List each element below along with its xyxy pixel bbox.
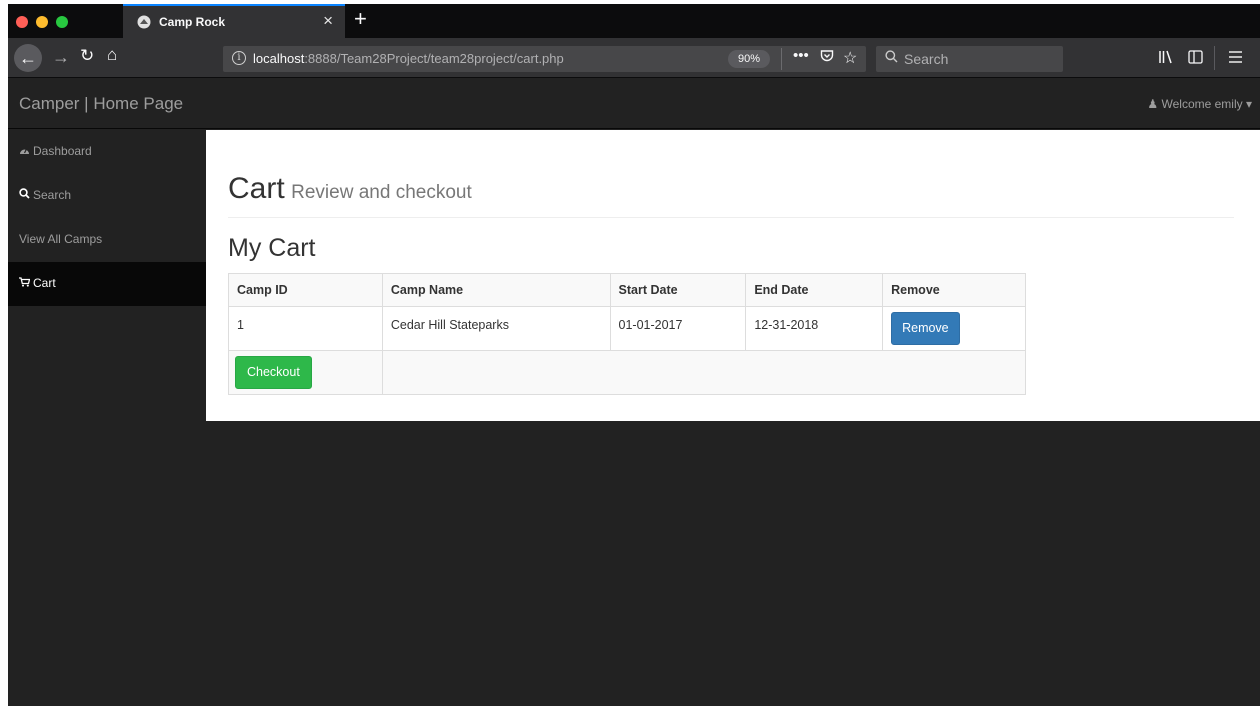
sidebar-item-label: Search	[33, 188, 72, 202]
app-navbar: Camper | Home Page ♟ Welcome emily ▾	[8, 79, 1260, 129]
more-actions-icon[interactable]: •••	[793, 47, 809, 64]
url-path: :8888/Team28Project/team28project/cart.p…	[304, 51, 564, 66]
zoom-badge[interactable]: 90%	[728, 50, 770, 68]
close-window-button[interactable]	[16, 16, 28, 28]
cell-camp-id: 1	[228, 306, 383, 351]
column-header-remove: Remove	[882, 273, 1026, 307]
tab-strip: Camp Rock × +	[8, 4, 1260, 38]
tab-title: Camp Rock	[159, 15, 226, 29]
page-header: Cart Review and checkout	[228, 172, 1234, 218]
url-host: localhost	[253, 51, 305, 66]
menu-icon[interactable]	[1229, 50, 1242, 67]
section-title: My Cart	[228, 234, 316, 262]
cell-remove: Remove	[882, 306, 1026, 351]
column-header-camp-id: Camp ID	[228, 273, 383, 307]
toolbar-divider	[1214, 46, 1215, 70]
back-button[interactable]: ←	[14, 44, 42, 72]
cart-table: Camp ID Camp Name Start Date End Date Re…	[228, 273, 1027, 395]
home-button[interactable]: ⌂	[107, 46, 117, 63]
page-subtitle: Review and checkout	[291, 182, 472, 203]
dashboard-icon	[19, 145, 33, 158]
main-content: Cart Review and checkout My Cart Camp ID…	[206, 130, 1260, 421]
maximize-window-button[interactable]	[56, 16, 68, 28]
column-header-camp-name: Camp Name	[381, 273, 611, 307]
checkout-row: Checkout	[228, 350, 1027, 395]
info-icon[interactable]: i	[232, 51, 246, 65]
caret-down-icon: ▾	[1242, 97, 1252, 111]
cell-end-date: 12-31-2018	[745, 306, 884, 351]
sidebar-item-label: View All Camps	[19, 232, 103, 246]
search-placeholder: Search	[904, 51, 949, 67]
sidebar-toggle-icon[interactable]	[1188, 50, 1203, 68]
forward-button[interactable]: →	[52, 48, 70, 66]
empty-cell	[381, 350, 1027, 395]
column-header-start-date: Start Date	[609, 273, 747, 307]
new-tab-button[interactable]: +	[354, 6, 367, 32]
close-tab-icon[interactable]: ×	[323, 11, 333, 31]
page-title: Cart	[228, 172, 285, 205]
url-bar[interactable]: i localhost:8888/Team28Project/team28pro…	[223, 46, 866, 72]
bookmark-star-icon[interactable]: ☆	[843, 48, 857, 68]
sidebar-item-view-all-camps[interactable]: View All Camps	[8, 218, 206, 262]
user-menu[interactable]: ♟ Welcome emily ▾	[1147, 97, 1252, 111]
sidebar-item-dashboard[interactable]: Dashboard	[8, 130, 206, 174]
cell-start-date: 01-01-2017	[609, 306, 747, 351]
navigation-toolbar: ← → ↻ ⌂ i localhost:8888/Team28Project/t…	[8, 38, 1260, 78]
welcome-text: Welcome emily	[1161, 97, 1243, 111]
url-divider	[781, 48, 782, 70]
search-icon	[885, 50, 898, 66]
favicon-icon	[137, 15, 151, 29]
cell-camp-name: Cedar Hill Stateparks	[381, 306, 611, 351]
remove-button[interactable]: Remove	[891, 312, 960, 345]
search-icon	[19, 188, 33, 202]
tab-camp-rock[interactable]: Camp Rock ×	[123, 4, 345, 38]
cart-icon	[19, 277, 33, 290]
table-row: 1 Cedar Hill Stateparks 01-01-2017 12-31…	[228, 306, 1026, 351]
table-header-row: Camp ID Camp Name Start Date End Date Re…	[228, 273, 1026, 307]
browser-window: Camp Rock × + ← → ↻ ⌂ i localhost:8888/T…	[8, 4, 1260, 706]
cell-checkout: Checkout	[228, 350, 383, 395]
user-icon: ♟	[1147, 97, 1162, 111]
column-header-end-date: End Date	[745, 273, 884, 307]
sidebar-item-cart[interactable]: Cart	[8, 262, 206, 306]
reload-button[interactable]: ↻	[80, 47, 94, 64]
sidebar-item-search[interactable]: Search	[8, 174, 206, 218]
page-viewport: Camper | Home Page ♟ Welcome emily ▾ Das…	[8, 79, 1260, 706]
checkout-button[interactable]: Checkout	[235, 356, 312, 389]
pocket-icon[interactable]	[820, 49, 834, 66]
minimize-window-button[interactable]	[36, 16, 48, 28]
sidebar: Dashboard Search View All Camps Cart	[8, 130, 206, 306]
library-icon[interactable]	[1158, 50, 1174, 68]
search-bar[interactable]: Search	[876, 46, 1063, 72]
sidebar-item-label: Cart	[33, 276, 56, 290]
sidebar-item-label: Dashboard	[33, 144, 92, 158]
brand-link[interactable]: Camper | Home Page	[19, 94, 183, 114]
url-text: localhost:8888/Team28Project/team28proje…	[253, 51, 564, 66]
